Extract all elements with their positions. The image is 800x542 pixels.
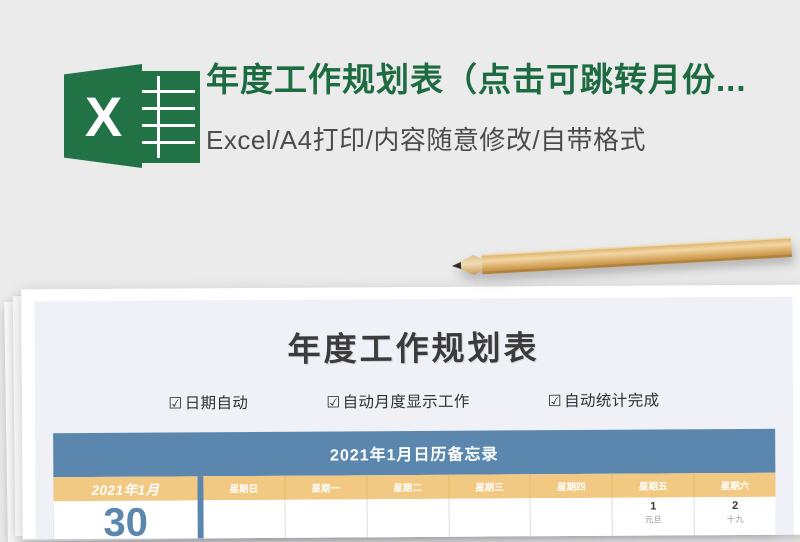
promo-banner: X 年度工作规划表（点击可跳转月份... Excel/A4打印/内容随意修改/自… <box>0 0 800 232</box>
feature-option-monthly-display: ☑ 自动月度显示工作 <box>326 390 470 413</box>
day-lunar: 十九 <box>726 513 744 525</box>
wooden-pencil-icon <box>452 237 793 275</box>
weekday-wednesday: 星期三 <box>448 474 531 499</box>
document-feature-options: ☑ 日期自动 ☑ 自动月度显示工作 ☑ 自动统计完成 <box>35 388 793 415</box>
weekday-friday: 星期五 <box>612 473 695 498</box>
calendar-table: 2021年1月 30 星期日 星期一 星期二 星期三 星期四 星期五 星期六 1… <box>53 472 776 540</box>
checkbox-icon: ☑ <box>547 393 563 411</box>
excel-grid-cell <box>160 127 195 141</box>
weekday-saturday: 星期六 <box>720 480 750 493</box>
document-page: 年度工作规划表 ☑ 日期自动 ☑ 自动月度显示工作 ☑ 自动统计完成 2021年1月日… <box>34 296 794 540</box>
calendar-weekday-header-row: 星期日 星期一 星期二 星期三 星期四 星期五 星期六 <box>203 472 776 501</box>
checkbox-icon: ☑ <box>168 395 183 413</box>
calendar-month-big-number: 30 <box>103 500 149 540</box>
excel-x-letter: X <box>84 84 122 148</box>
weekday-sunday: 星期日 <box>203 475 286 501</box>
calendar-day-cell[interactable]: 2 十九 <box>695 497 776 540</box>
excel-grid-cell <box>160 93 195 107</box>
excel-grid-cell <box>160 76 195 90</box>
excel-logo-icon: X <box>64 58 202 174</box>
day-number: 2 <box>732 500 739 513</box>
calendar-day-row: 1 元旦 2 十九 <box>203 496 776 540</box>
banner-subtitle: Excel/A4打印/内容随意修改/自带格式 <box>206 125 647 155</box>
banner-title: 年度工作规划表（点击可跳转月份... <box>206 61 747 98</box>
excel-grid-cell <box>160 110 195 124</box>
calendar-band: 2021年1月日历备忘录 <box>53 428 776 478</box>
calendar-day-cell[interactable]: 1 元旦 <box>612 497 695 540</box>
excel-grid <box>139 76 195 158</box>
feature-option-label: 自动月度显示工作 <box>342 393 470 412</box>
calendar-day-cell[interactable] <box>203 499 286 540</box>
day-lunar: 元旦 <box>644 514 662 525</box>
document-title: 年度工作规划表 <box>287 329 540 368</box>
calendar-day-cell[interactable] <box>367 498 450 540</box>
weekday-thursday: 星期四 <box>530 473 613 499</box>
calendar-day-cell[interactable] <box>285 499 368 540</box>
feature-option-label: 自动统计完成 <box>564 392 660 411</box>
weekday-monday: 星期一 <box>285 475 368 500</box>
calendar-day-cell[interactable] <box>449 498 532 540</box>
calendar-band-title: 2021年1月日历备忘录 <box>329 446 499 465</box>
document-preview[interactable]: 年度工作规划表 ☑ 日期自动 ☑ 自动月度显示工作 ☑ 自动统计完成 2021年1月日… <box>21 284 800 540</box>
weekday-tuesday: 星期二 <box>367 474 450 500</box>
calendar-month-column: 2021年1月 30 <box>53 476 198 540</box>
checkbox-icon: ☑ <box>326 394 341 412</box>
calendar-days-area: 星期日 星期一 星期二 星期三 星期四 星期五 星期六 1 元旦 2 十九 <box>203 472 776 540</box>
banner-text-block: 年度工作规划表（点击可跳转月份... Excel/A4打印/内容随意修改/自带格… <box>206 58 800 160</box>
feature-option-label: 日期自动 <box>184 395 249 413</box>
calendar-day-cell[interactable] <box>530 497 614 540</box>
feature-option-date-auto: ☑ 日期自动 <box>168 391 248 413</box>
day-number: 1 <box>650 500 657 513</box>
feature-option-auto-stats: ☑ 自动统计完成 <box>548 389 660 412</box>
calendar-month-label: 2021年1月 <box>53 476 198 502</box>
excel-grid-cell <box>160 144 195 158</box>
